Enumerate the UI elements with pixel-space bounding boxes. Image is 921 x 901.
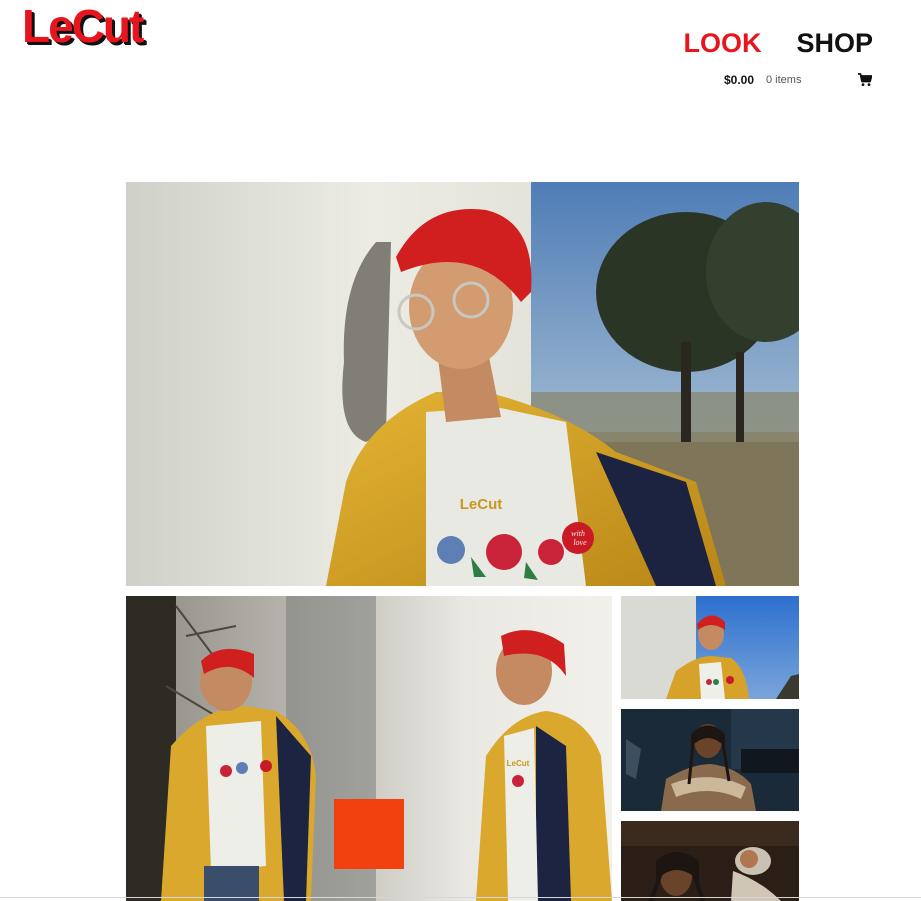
badge-text-love: love xyxy=(573,538,587,547)
large-shirt-print: LeCut xyxy=(507,759,530,768)
badge-text-with: with xyxy=(571,529,585,538)
thumb-2-image xyxy=(621,709,799,811)
lookbook-photo-hero[interactable]: LeCut with love xyxy=(126,182,799,586)
logo-text: LeCut xyxy=(22,0,144,52)
hero-shirt-print: LeCut xyxy=(460,496,503,513)
lookbook-photo-large[interactable]: LeCut xyxy=(126,596,612,901)
cart-summary[interactable]: $0.00 0 items xyxy=(724,72,874,88)
cart-item-count: 0 items xyxy=(766,74,802,86)
bottom-divider xyxy=(0,897,921,898)
main-nav: LOOK SHOP xyxy=(683,26,873,60)
nav-item-look[interactable]: LOOK xyxy=(683,26,761,60)
hero-photo-image: LeCut with love xyxy=(126,182,799,586)
page: LeCut LOOK SHOP $0.00 0 items LeCut with… xyxy=(0,0,921,901)
lookbook-thumb-2[interactable] xyxy=(621,709,799,811)
nav-item-shop[interactable]: SHOP xyxy=(796,26,873,60)
thumb-1-image xyxy=(621,596,799,699)
cart-total: $0.00 xyxy=(724,73,755,87)
large-photo-image: LeCut xyxy=(126,596,612,901)
site-logo[interactable]: LeCut xyxy=(22,1,178,51)
lookbook-thumb-3[interactable] xyxy=(621,821,799,901)
shopping-cart-icon[interactable] xyxy=(858,73,873,87)
thumb-3-image xyxy=(621,821,799,901)
lookbook-thumb-1[interactable] xyxy=(621,596,799,699)
